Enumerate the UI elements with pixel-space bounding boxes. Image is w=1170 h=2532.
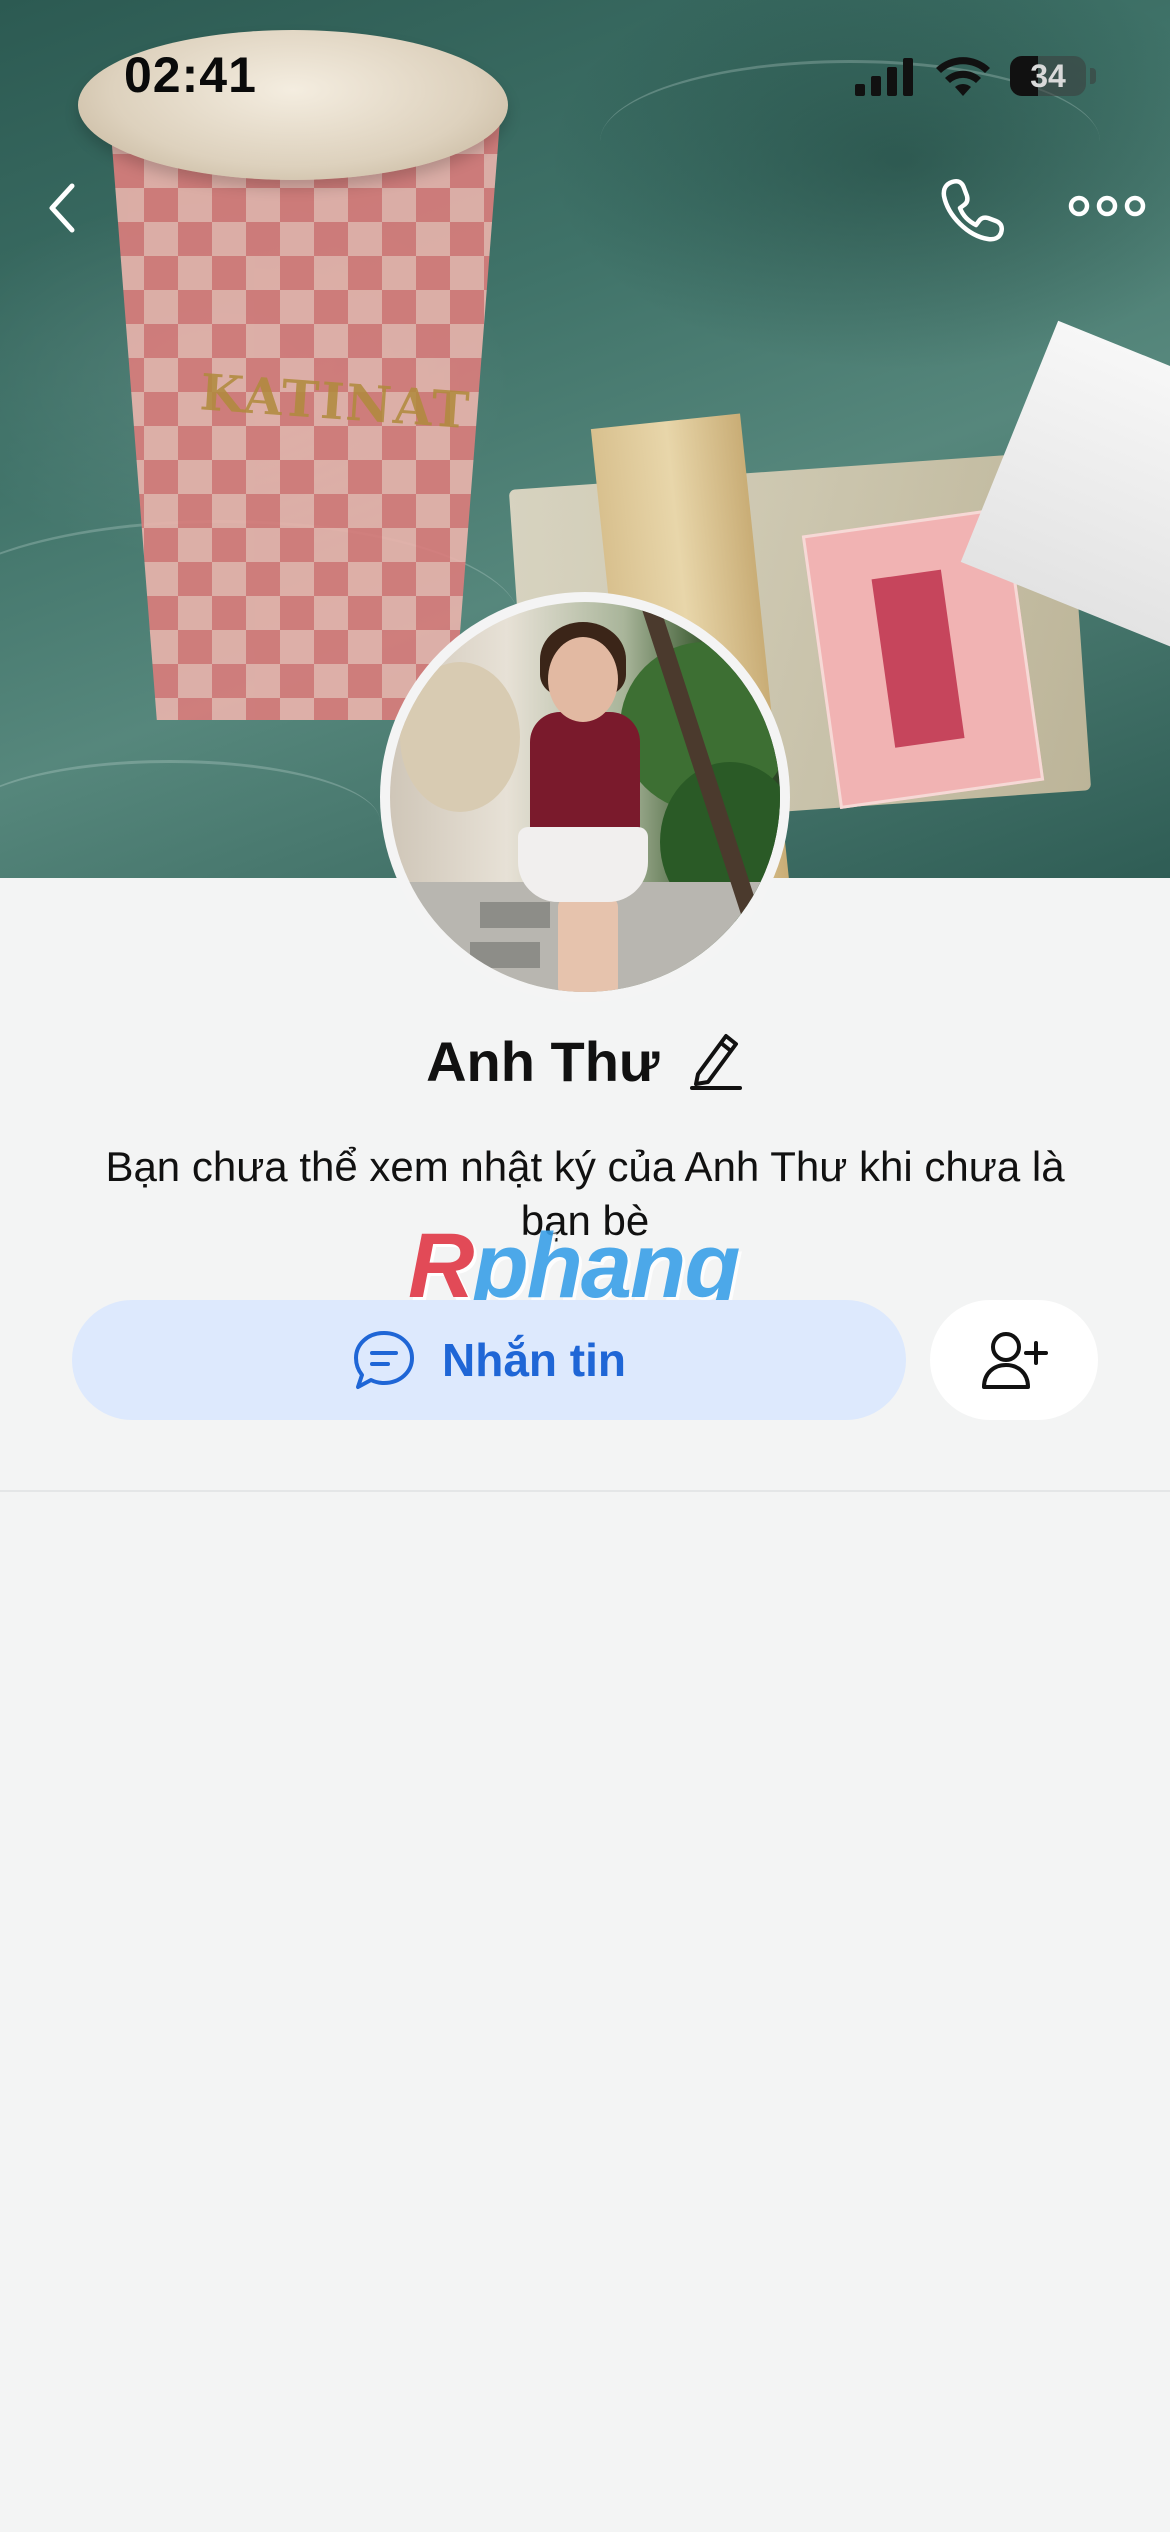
avatar-legs — [558, 897, 618, 992]
more-horizontal-icon — [1068, 195, 1146, 217]
section-divider — [0, 1490, 1170, 1492]
avatar-stone — [480, 902, 550, 928]
avatar-face — [548, 637, 618, 722]
more-options-button[interactable] — [1068, 186, 1146, 226]
battery-percent: 34 — [1030, 57, 1066, 94]
cellular-signal-icon — [855, 58, 913, 96]
status-bar: 02:41 34 — [0, 0, 1170, 150]
pencil-icon — [689, 1034, 742, 1090]
profile-name-row: Anh Thư — [0, 1028, 1170, 1095]
status-time: 02:41 — [124, 47, 257, 103]
phone-icon — [941, 179, 1005, 242]
profile-avatar[interactable] — [380, 592, 790, 1002]
avatar-photo — [390, 602, 780, 992]
chat-bubble-icon — [354, 1331, 414, 1389]
battery-indicator: 34 — [1010, 56, 1086, 96]
wifi-icon — [936, 57, 990, 96]
call-button[interactable] — [938, 174, 1008, 244]
profile-name: Anh Thư — [426, 1030, 660, 1093]
add-friend-button[interactable] — [930, 1300, 1098, 1420]
marble-vein — [0, 760, 380, 878]
back-button[interactable] — [38, 178, 88, 238]
battery-tip — [1090, 68, 1096, 84]
message-button[interactable]: Nhắn tin — [72, 1300, 906, 1420]
user-plus-icon — [982, 1332, 1048, 1389]
message-button-label: Nhắn tin — [442, 1334, 626, 1386]
avatar-stone — [470, 942, 540, 968]
avatar-pampas — [400, 662, 520, 812]
edit-name-button[interactable] — [688, 1028, 744, 1095]
chevron-left-icon — [49, 183, 75, 233]
avatar-skirt — [518, 827, 648, 902]
